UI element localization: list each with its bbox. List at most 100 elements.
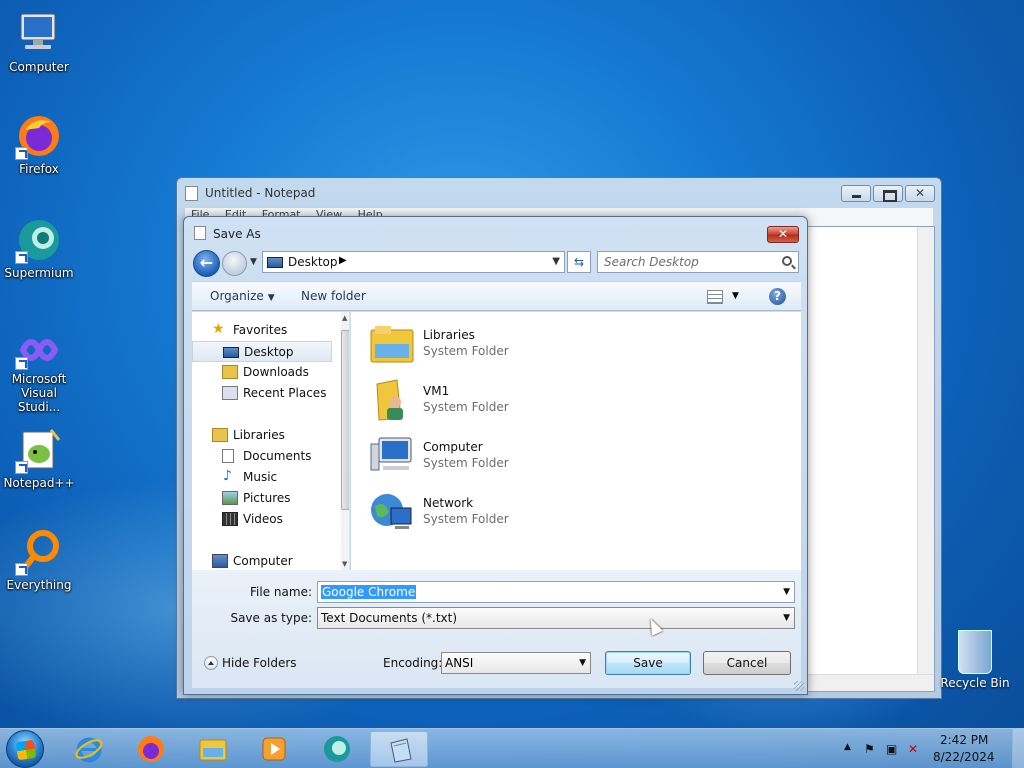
nav-pictures[interactable]: Pictures (192, 488, 332, 509)
help-icon[interactable]: ? (769, 288, 786, 305)
resize-grip-icon[interactable] (794, 681, 804, 691)
show-hidden-icons-icon[interactable]: ▲ (844, 742, 858, 756)
shortcut-arrow-icon (15, 461, 28, 474)
shortcut-arrow-icon (15, 147, 28, 160)
desktop-icon-supermium[interactable]: Supermium (1, 216, 77, 280)
volume-muted-icon[interactable]: ✕ (908, 742, 922, 756)
hide-folders-button[interactable]: Hide Folders (204, 656, 297, 670)
taskbar-internet-explorer[interactable] (60, 731, 118, 767)
media-player-icon (262, 737, 286, 761)
view-options-icon[interactable] (707, 290, 723, 304)
recent-locations-dropdown-icon[interactable]: ▼ (250, 257, 257, 267)
maximize-button[interactable] (873, 185, 903, 202)
nav-desktop[interactable]: Desktop (192, 341, 332, 362)
internet-explorer-icon (75, 737, 103, 763)
desktop-icon-everything[interactable]: Everything (1, 528, 77, 592)
file-name: Network (423, 496, 474, 510)
search-icon[interactable] (782, 256, 792, 266)
clock-time[interactable]: 2:42 PM (940, 733, 988, 747)
chevron-down-icon[interactable]: ▼ (552, 256, 560, 267)
notepad-icon (185, 186, 198, 201)
file-item-vm1[interactable]: VM1 System Folder (369, 374, 669, 426)
file-list[interactable]: Libraries System Folder VM1 System Folde… (351, 312, 801, 570)
refresh-button[interactable]: ⇆ (567, 251, 591, 273)
cancel-button[interactable]: Cancel (703, 651, 791, 675)
nav-music[interactable]: ♪ Music (192, 467, 332, 488)
folder-icon (199, 739, 227, 761)
show-desktop-button[interactable] (1012, 729, 1024, 768)
documents-icon (222, 449, 234, 463)
encoding-label: Encoding: (383, 656, 443, 670)
network-icon[interactable]: ▣ (886, 742, 900, 756)
desktop-icon-label-line2: Visual Studi... (17, 386, 61, 414)
nav-computer[interactable]: Computer (192, 551, 332, 570)
file-item-libraries[interactable]: Libraries System Folder (369, 318, 669, 370)
address-desktop-crumb[interactable]: Desktop (288, 255, 338, 269)
scroll-up-arrow-icon[interactable]: ▲ (342, 314, 347, 322)
chevron-down-icon[interactable]: ▼ (732, 291, 739, 301)
forward-button[interactable] (222, 251, 247, 276)
desktop-icon-notepadpp[interactable]: Notepad++ (1, 426, 77, 490)
shortcut-arrow-icon (15, 251, 28, 264)
file-item-computer[interactable]: Computer System Folder (369, 430, 669, 482)
organize-button[interactable]: Organize ▼ (210, 289, 275, 303)
desktop-folder-icon (267, 257, 283, 268)
taskbar-firefox[interactable] (122, 731, 180, 767)
recycle-bin-icon (958, 630, 992, 674)
desktop-icon-firefox[interactable]: Firefox (1, 112, 77, 176)
firefox-icon (138, 736, 164, 762)
chevron-right-icon[interactable]: ▶ (339, 255, 347, 266)
action-center-flag-icon[interactable]: ⚑ (864, 742, 878, 756)
desktop-icon-computer[interactable]: Computer (1, 10, 77, 74)
taskbar-supermium[interactable] (308, 731, 366, 767)
minimize-button[interactable] (841, 185, 871, 202)
file-name: Computer (423, 440, 483, 454)
nav-documents[interactable]: Documents (192, 446, 332, 467)
scroll-down-arrow-icon[interactable]: ▼ (342, 560, 347, 568)
notepad-title: Untitled - Notepad (205, 186, 316, 200)
nav-recent-places[interactable]: Recent Places (192, 383, 332, 404)
notepad-icon (390, 738, 412, 763)
clock-date[interactable]: 8/22/2024 (933, 750, 995, 764)
computer-icon (212, 554, 228, 568)
file-name-value: Google Chrome (321, 585, 417, 599)
file-name-input[interactable]: Google Chrome ▼ (317, 581, 795, 603)
nav-label: Favorites (233, 323, 288, 337)
dialog-close-button[interactable]: ✕ (767, 226, 799, 243)
encoding-value: ANSI (445, 656, 474, 670)
encoding-select[interactable]: ANSI ▼ (441, 652, 591, 674)
music-icon: ♪ (223, 468, 232, 484)
navigation-pane[interactable]: ★ Favorites Desktop Downloads Recent Pla… (192, 312, 350, 570)
nav-downloads[interactable]: Downloads (192, 362, 332, 383)
search-input[interactable] (604, 253, 774, 271)
address-bar[interactable]: Desktop ▶ ▼ (262, 251, 565, 273)
save-button[interactable]: Save (605, 651, 691, 675)
chevron-down-icon[interactable]: ▼ (783, 587, 790, 597)
nav-videos[interactable]: Videos (192, 509, 332, 530)
computer-icon (15, 10, 63, 58)
desktop-icon-visual-studio[interactable]: Microsoft Visual Studi... (1, 330, 77, 414)
start-button[interactable] (6, 730, 44, 768)
search-box[interactable] (597, 251, 799, 273)
nav-label: Documents (243, 449, 312, 463)
save-as-dialog[interactable]: Save As ✕ ← ▼ Desktop ▶ ▼ ⇆ Organize▼ Ne… (183, 216, 808, 695)
save-as-type-label: Save as type: (230, 611, 312, 625)
scroll-thumb[interactable] (341, 330, 349, 510)
taskbar-media-player[interactable] (245, 731, 303, 767)
taskbar-file-explorer[interactable] (184, 731, 242, 767)
network-icon (371, 494, 412, 529)
taskbar-notepad[interactable] (370, 731, 428, 767)
desktop-icon-recycle-bin[interactable]: Recycle Bin (940, 630, 1010, 690)
nav-libraries[interactable]: Libraries (192, 425, 332, 446)
file-item-network[interactable]: Network System Folder (369, 486, 669, 538)
notepad-vertical-scrollbar[interactable] (917, 227, 934, 676)
save-as-type-select[interactable]: Text Documents (*.txt) ▼ (317, 607, 795, 629)
supermium-icon (15, 216, 63, 264)
everything-icon (15, 528, 63, 576)
organize-label: Organize (210, 289, 264, 303)
nav-pane-scrollbar[interactable]: ▲ ▼ (341, 312, 349, 570)
new-folder-button[interactable]: New folder (301, 289, 366, 303)
nav-favorites[interactable]: ★ Favorites (192, 320, 332, 341)
close-button[interactable] (905, 185, 935, 202)
back-button[interactable]: ← (193, 250, 220, 277)
